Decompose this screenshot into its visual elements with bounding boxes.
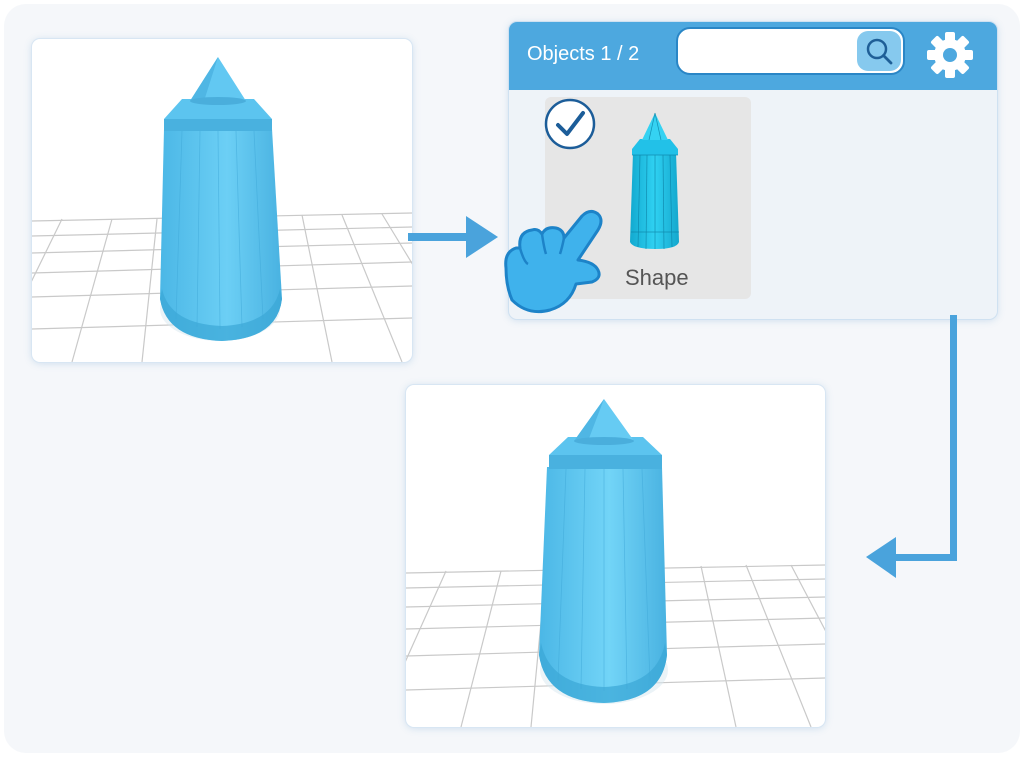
checkmark-icon[interactable] <box>543 97 597 151</box>
shape-model <box>160 57 282 341</box>
viewport-after[interactable] <box>406 385 825 727</box>
panel-header: Objects 1 / 2 <box>509 22 997 90</box>
card-label: Shape <box>625 265 689 290</box>
magnifier-icon <box>866 38 893 65</box>
viewport-before-scene <box>32 57 412 362</box>
search-button[interactable] <box>857 31 901 71</box>
search-box[interactable] <box>676 27 905 75</box>
viewport-before[interactable] <box>32 39 412 362</box>
shape-model <box>539 399 668 704</box>
pointing-hand-icon <box>504 209 603 314</box>
search-input[interactable] <box>690 37 854 67</box>
tutorial-canvas: Objects 1 / 2 Shape <box>4 4 1020 753</box>
arrow-down-left-icon <box>866 315 957 578</box>
panel-title: Objects 1 / 2 <box>527 43 640 65</box>
viewport-after-scene <box>406 399 825 727</box>
gear-icon[interactable] <box>925 30 975 80</box>
arrow-right-icon <box>408 216 498 258</box>
